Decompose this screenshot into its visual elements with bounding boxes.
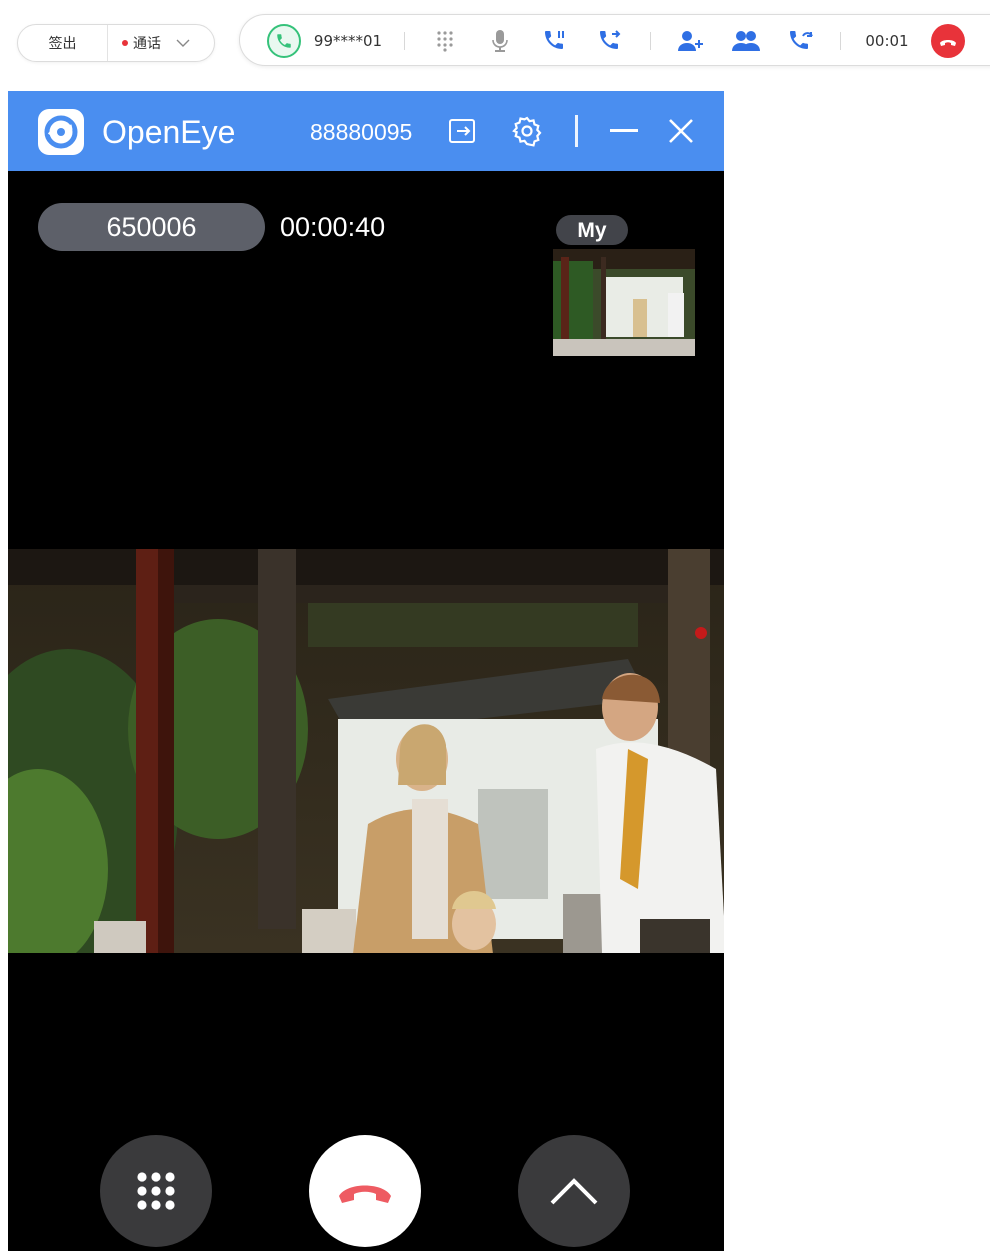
- keypad-icon[interactable]: [430, 15, 460, 67]
- remote-video[interactable]: [8, 549, 724, 953]
- hangup-call-button[interactable]: [309, 1135, 421, 1247]
- hangup-icon: [339, 1185, 391, 1203]
- logout-icon[interactable]: [444, 113, 480, 149]
- openeye-logo: [38, 109, 84, 155]
- hangup-button[interactable]: [930, 15, 966, 67]
- phone-icon: [266, 15, 302, 67]
- hangup-icon: [931, 24, 965, 58]
- expand-controls-button[interactable]: [518, 1135, 630, 1247]
- divider: [840, 32, 841, 50]
- call-duration: 00:01: [865, 32, 909, 50]
- close-icon[interactable]: [663, 113, 699, 149]
- minimize-icon[interactable]: [606, 113, 642, 149]
- status-select[interactable]: 通话: [108, 33, 214, 53]
- chevron-down-icon: [175, 35, 191, 51]
- callback-icon[interactable]: [783, 15, 819, 67]
- microphone-icon[interactable]: [485, 15, 515, 67]
- expand-up-icon: [550, 1178, 598, 1205]
- remote-id-badge: 650006: [38, 203, 265, 251]
- call-toolbar: 99****01 00:01: [239, 14, 990, 66]
- settings-icon[interactable]: [509, 113, 545, 149]
- status-label: 通话: [133, 36, 161, 52]
- window-titlebar: OpenEye 88880095: [8, 91, 724, 171]
- account-number: 88880095: [310, 119, 413, 145]
- signout-button[interactable]: 签出: [18, 25, 108, 61]
- keypad-icon: [137, 1172, 175, 1210]
- self-video-preview[interactable]: [553, 249, 695, 356]
- call-number: 99****01: [313, 32, 383, 50]
- divider: [404, 32, 405, 50]
- agent-status-group: 签出 通话: [17, 24, 215, 62]
- transfer-call-icon[interactable]: [595, 15, 625, 67]
- hold-call-icon[interactable]: [540, 15, 570, 67]
- call-timer: 00:00:40: [280, 212, 386, 242]
- conference-icon[interactable]: [728, 15, 764, 67]
- keypad-button[interactable]: [100, 1135, 212, 1247]
- titlebar-divider: [575, 115, 578, 147]
- status-dot: [122, 40, 128, 46]
- self-label: My: [556, 215, 628, 245]
- app-name: OpenEye: [102, 114, 236, 150]
- openeye-window: OpenEye 88880095 650006 00:00:40 My: [8, 91, 724, 1251]
- consult-icon[interactable]: [672, 15, 708, 67]
- divider: [650, 32, 651, 50]
